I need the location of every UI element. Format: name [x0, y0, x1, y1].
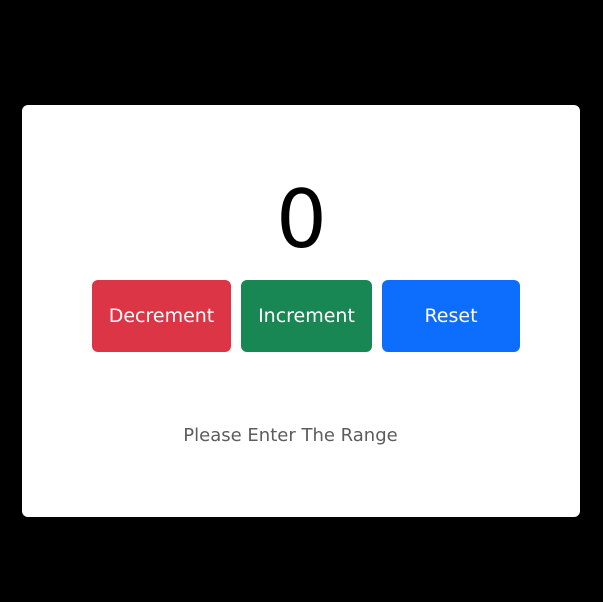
range-message: Please Enter The Range: [183, 425, 398, 446]
decrement-button[interactable]: Decrement: [92, 280, 231, 352]
increment-button[interactable]: Increment: [241, 280, 372, 352]
reset-button[interactable]: Reset: [382, 280, 520, 352]
counter-value: 0: [276, 173, 327, 266]
